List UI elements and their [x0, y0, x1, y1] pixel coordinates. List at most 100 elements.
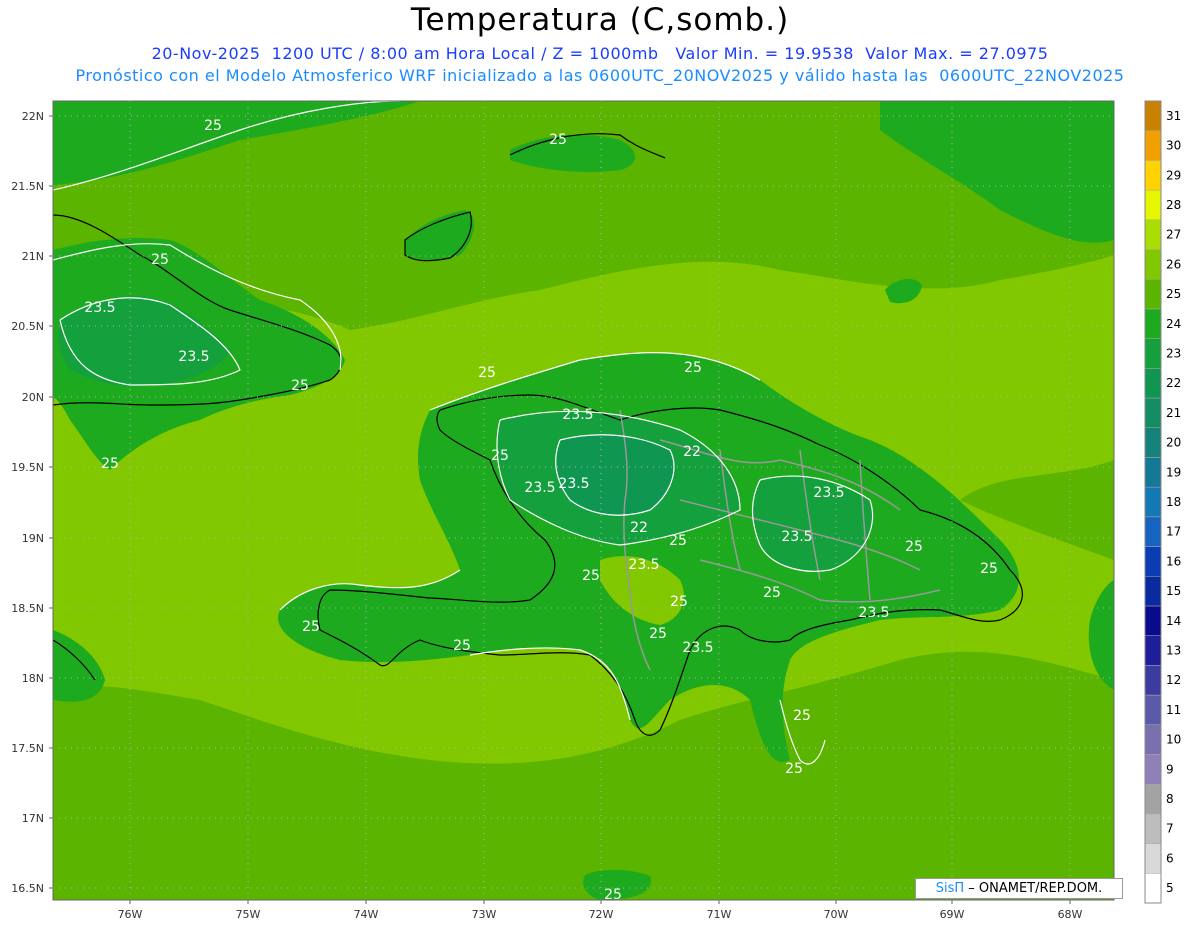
lat-label: 20N: [22, 391, 44, 404]
colorbar-swatch: [1144, 546, 1162, 577]
contour-label: 25: [763, 585, 781, 601]
lon-label: 76W: [118, 908, 143, 921]
colorbar-swatch: [1144, 397, 1162, 428]
contour-label: 23.5: [858, 605, 889, 621]
contour-label: 23.5: [562, 407, 593, 423]
lat-label: 22N: [22, 110, 44, 123]
lon-label: 70W: [824, 908, 849, 921]
colorbar-label: 30: [1166, 139, 1181, 153]
colorbar-label: 16: [1166, 554, 1181, 568]
colorbar-label: 31: [1166, 109, 1181, 123]
lat-label: 20.5N: [11, 320, 44, 333]
colorbar-swatch: [1144, 486, 1162, 518]
lon-label: 73W: [472, 908, 497, 921]
contour-label: 25: [669, 533, 687, 549]
colorbar-label: 15: [1166, 584, 1181, 598]
colorbar-swatch: [1144, 813, 1162, 844]
lon-label: 71W: [707, 908, 732, 921]
colorbar-label: 8: [1166, 792, 1174, 806]
colorbar-swatch: [1144, 308, 1162, 339]
contour-label: 23.5: [628, 557, 659, 573]
colorbar-label: 27: [1166, 228, 1181, 242]
lon-label: 74W: [354, 908, 379, 921]
colorbar-label: 6: [1166, 851, 1174, 865]
colorbar-swatch: [1144, 278, 1162, 310]
contour-label: 23.5: [558, 476, 589, 492]
contour-label: 25: [905, 539, 923, 555]
lon-label: 68W: [1058, 908, 1083, 921]
lon-label: 75W: [236, 908, 261, 921]
colorbar-label: 7: [1166, 822, 1174, 836]
colorbar-swatch: [1144, 189, 1162, 221]
colorbar-label: 11: [1166, 703, 1181, 717]
colorbar-label: 17: [1166, 525, 1181, 539]
colorbar-swatch: [1144, 130, 1162, 161]
contour-label: 23.5: [813, 485, 844, 501]
contour-label: 22: [683, 444, 701, 460]
contour-label: 25: [793, 708, 811, 724]
contour-label: 23.5: [178, 349, 209, 365]
contour-label: 23.5: [84, 300, 115, 316]
contour-label: 23.5: [682, 640, 713, 656]
colorbar-swatch: [1144, 516, 1162, 547]
lat-label: 17.5N: [11, 742, 44, 755]
colorbar-label: 13: [1166, 644, 1181, 658]
colorbar-label: 25: [1166, 287, 1181, 301]
lat-label: 19.5N: [11, 461, 44, 474]
colorbar-swatch: [1144, 368, 1162, 399]
colorbar-swatch: [1144, 457, 1162, 488]
lat-label: 21N: [22, 250, 44, 263]
contour-label: 25: [453, 638, 471, 654]
colorbar-label: 12: [1166, 673, 1181, 687]
contour-label: 25: [101, 456, 119, 472]
lat-label: 19N: [22, 532, 44, 545]
lon-label: 69W: [940, 908, 965, 921]
colorbar-swatch: [1144, 576, 1162, 607]
colorbar-swatch: [1144, 249, 1162, 280]
lon-label: 72W: [589, 908, 614, 921]
colorbar-label: 18: [1166, 495, 1181, 509]
colorbar-label: 22: [1166, 376, 1181, 390]
colorbar-swatch: [1144, 100, 1162, 131]
colorbar-swatch: [1144, 635, 1162, 666]
colorbar-swatch: [1144, 427, 1162, 458]
temperature-map: 25252523.523.52525252523.52523.5 23.52223…: [11, 100, 1181, 921]
colorbar-swatch: [1144, 219, 1162, 250]
colorbar-swatch: [1144, 694, 1162, 726]
longitude-labels: 76W 75W 74W 73W 72W 71W 70W 69W 68W: [118, 900, 1083, 921]
contour-label: 25: [549, 132, 567, 148]
colorbar-swatch: [1144, 843, 1162, 874]
contour-label: 25: [151, 252, 169, 268]
contour-label: 23.5: [524, 480, 555, 496]
contour-label: 25: [670, 594, 688, 610]
colorbar-label: 10: [1166, 733, 1181, 747]
colorbar-swatch: [1144, 724, 1162, 755]
colorbar: 5 6 7 8 9 10 11 12 13 14 15 16 17 18 19 20 21 22 23 24 25 26 2…: [1144, 100, 1181, 904]
contour-label: 25: [478, 365, 496, 381]
sispi-logo: SisΠ: [935, 881, 965, 896]
contour-label: 25: [980, 561, 998, 577]
colorbar-swatch: [1144, 754, 1162, 785]
contour-label: 25: [649, 626, 667, 642]
contour-label: 25: [291, 378, 309, 394]
contour-label: 25: [684, 360, 702, 376]
colorbar-swatch: [1144, 665, 1162, 696]
contour-label: 25: [302, 619, 320, 635]
colorbar-label: 5: [1166, 881, 1174, 895]
contour-label: 25: [491, 448, 509, 464]
credit-box: SisΠ – ONAMET/REP.DOM.: [915, 878, 1123, 899]
lat-label: 21.5N: [11, 180, 44, 193]
colorbar-label: 19: [1166, 465, 1181, 479]
colorbar-label: 9: [1166, 762, 1174, 776]
colorbar-label: 23: [1166, 346, 1181, 360]
lat-label: 18N: [22, 672, 44, 685]
contour-label: 23.5: [781, 529, 812, 545]
credit-text: – ONAMET/REP.DOM.: [964, 881, 1103, 896]
lat-label: 16.5N: [11, 882, 44, 895]
contour-label: 25: [785, 761, 803, 777]
colorbar-swatch: [1144, 605, 1162, 636]
colorbar-label: 26: [1166, 257, 1181, 271]
colorbar-swatch: [1144, 873, 1162, 904]
colorbar-swatch: [1144, 783, 1162, 815]
colorbar-label: 21: [1166, 406, 1181, 420]
